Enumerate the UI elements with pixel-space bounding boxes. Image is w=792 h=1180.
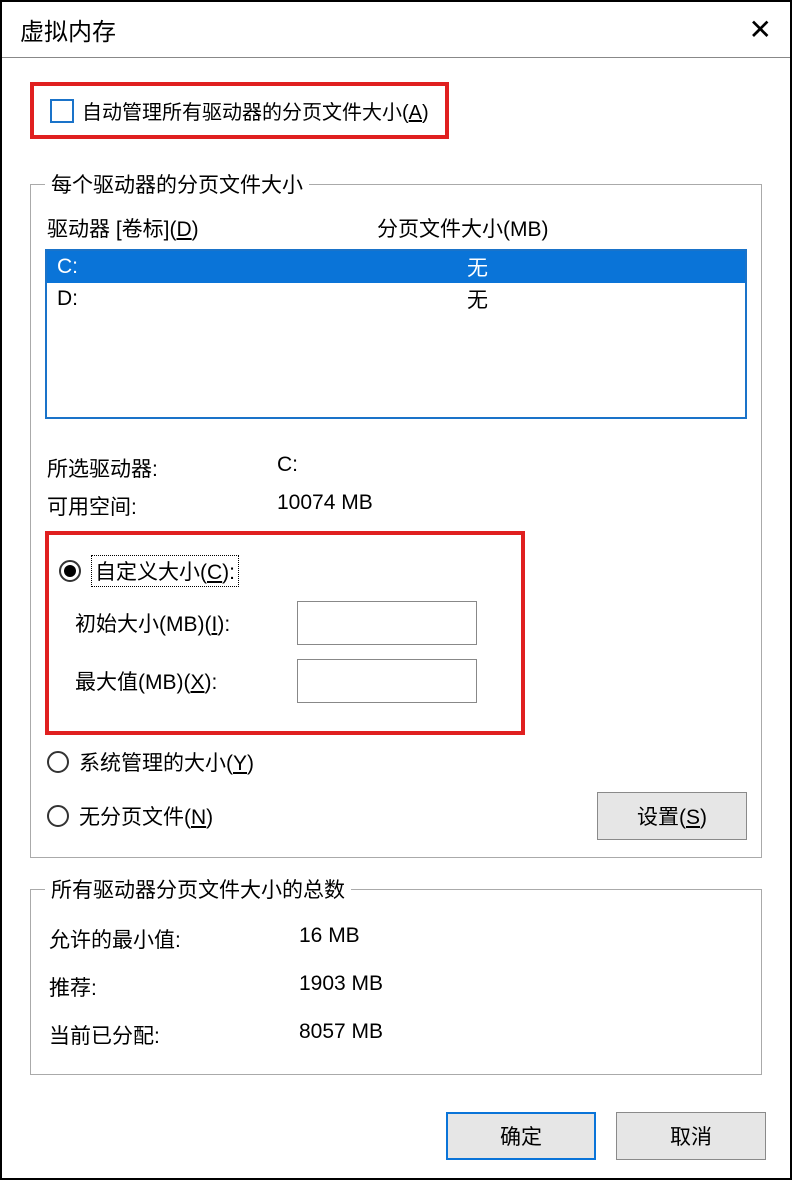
auto-manage-accel: A xyxy=(409,102,422,124)
initial-size-input[interactable] xyxy=(297,601,477,645)
highlight-auto-manage: 自动管理所有驱动器的分页文件大小(A) xyxy=(30,82,449,139)
min-value: 16 MB xyxy=(299,924,743,954)
totals-grid: 允许的最小值: 16 MB 推荐: 1903 MB 当前已分配: 8057 MB xyxy=(45,914,747,1060)
totals-legend: 所有驱动器分页文件大小的总数 xyxy=(45,874,351,904)
selected-drive-label: 所选驱动器: xyxy=(47,453,277,483)
selected-drive-info: 所选驱动器: C: 可用空间: 10074 MB xyxy=(45,453,747,521)
none-prefix: 无分页文件( xyxy=(79,806,191,829)
auto-manage-label-suffix: ) xyxy=(422,102,429,124)
set-btn-accel: S xyxy=(686,806,700,829)
rec-value: 1903 MB xyxy=(299,972,743,1002)
selected-drive-value: C: xyxy=(277,453,747,483)
no-paging-and-set-row: 无分页文件(N) 设置(S) xyxy=(45,789,747,843)
drive-list-header: 驱动器 [卷标](D) 分页文件大小(MB) xyxy=(45,209,747,249)
initial-prefix: 初始大小(MB)( xyxy=(75,613,211,636)
max-suffix: ): xyxy=(205,671,218,694)
auto-manage-checkbox-row[interactable]: 自动管理所有驱动器的分页文件大小(A) xyxy=(44,92,435,129)
max-accel: X xyxy=(190,671,204,694)
custom-suffix: ): xyxy=(222,561,235,584)
system-accel: Y xyxy=(233,752,247,775)
per-drive-group: 每个驱动器的分页文件大小 驱动器 [卷标](D) 分页文件大小(MB) C: 无… xyxy=(30,169,762,858)
drive-row[interactable]: C: 无 xyxy=(47,251,745,283)
set-button[interactable]: 设置(S) xyxy=(597,792,747,840)
system-suffix: ) xyxy=(247,752,254,775)
free-space-value: 10074 MB xyxy=(277,491,747,521)
header-drive-suffix: ) xyxy=(192,218,199,241)
radio-system-managed[interactable]: 系统管理的大小(Y) xyxy=(47,747,745,777)
dialog-content: 自动管理所有驱动器的分页文件大小(A) 每个驱动器的分页文件大小 驱动器 [卷标… xyxy=(2,58,790,1109)
rec-label: 推荐: xyxy=(49,972,299,1002)
header-size: 分页文件大小(MB) xyxy=(377,213,745,243)
custom-prefix: 自定义大小( xyxy=(95,561,207,584)
radio-icon[interactable] xyxy=(47,805,69,827)
close-icon[interactable]: ✕ xyxy=(749,16,772,44)
window-title: 虚拟内存 xyxy=(20,12,116,47)
set-btn-prefix: 设置( xyxy=(637,806,686,829)
radio-none-label: 无分页文件(N) xyxy=(79,801,213,831)
max-size-row: 最大值(MB)(X): xyxy=(57,659,513,703)
min-label: 允许的最小值: xyxy=(49,924,299,954)
auto-manage-label-prefix: 自动管理所有驱动器的分页文件大小( xyxy=(82,102,409,124)
per-drive-legend: 每个驱动器的分页文件大小 xyxy=(45,169,309,199)
header-drive-accel: D xyxy=(177,218,192,241)
titlebar: 虚拟内存 ✕ xyxy=(2,2,790,58)
set-btn-suffix: ) xyxy=(700,806,707,829)
radio-icon[interactable] xyxy=(59,560,81,582)
drive-cell-size: 无 xyxy=(467,284,745,314)
drive-cell-size: 无 xyxy=(467,252,745,282)
virtual-memory-dialog: 虚拟内存 ✕ 自动管理所有驱动器的分页文件大小(A) 每个驱动器的分页文件大小 … xyxy=(0,0,792,1180)
system-prefix: 系统管理的大小( xyxy=(79,752,233,775)
radio-system-label: 系统管理的大小(Y) xyxy=(79,747,254,777)
drive-cell-drive: C: xyxy=(47,255,467,279)
drive-row[interactable]: D: 无 xyxy=(47,283,745,315)
initial-suffix: ): xyxy=(217,613,230,636)
radio-custom-size[interactable]: 自定义大小(C): xyxy=(59,555,511,587)
initial-size-row: 初始大小(MB)(I): xyxy=(57,601,513,645)
cancel-button[interactable]: 取消 xyxy=(616,1112,766,1160)
cur-value: 8057 MB xyxy=(299,1020,743,1050)
radio-custom-label: 自定义大小(C): xyxy=(91,555,239,587)
cur-label: 当前已分配: xyxy=(49,1020,299,1050)
radio-icon[interactable] xyxy=(47,751,69,773)
custom-accel: C xyxy=(207,561,222,584)
dialog-footer: 确定 取消 xyxy=(446,1112,766,1160)
drive-cell-drive: D: xyxy=(47,287,467,311)
initial-size-label: 初始大小(MB)(I): xyxy=(57,608,297,638)
totals-group: 所有驱动器分页文件大小的总数 允许的最小值: 16 MB 推荐: 1903 MB… xyxy=(30,874,762,1075)
auto-manage-checkbox[interactable] xyxy=(50,99,74,123)
drive-list[interactable]: C: 无 D: 无 xyxy=(45,249,747,419)
none-accel: N xyxy=(191,806,206,829)
highlight-custom-size: 自定义大小(C): 初始大小(MB)(I): 最大值(MB)(X): xyxy=(45,531,525,735)
header-drive: 驱动器 [卷标](D) xyxy=(47,213,377,243)
auto-manage-label: 自动管理所有驱动器的分页文件大小(A) xyxy=(82,96,429,125)
radio-no-paging[interactable]: 无分页文件(N) xyxy=(47,801,213,831)
free-space-label: 可用空间: xyxy=(47,491,277,521)
max-prefix: 最大值(MB)( xyxy=(75,671,190,694)
none-suffix: ) xyxy=(206,806,213,829)
max-size-label: 最大值(MB)(X): xyxy=(57,666,297,696)
ok-button[interactable]: 确定 xyxy=(446,1112,596,1160)
header-drive-prefix: 驱动器 [卷标]( xyxy=(47,218,177,241)
max-size-input[interactable] xyxy=(297,659,477,703)
